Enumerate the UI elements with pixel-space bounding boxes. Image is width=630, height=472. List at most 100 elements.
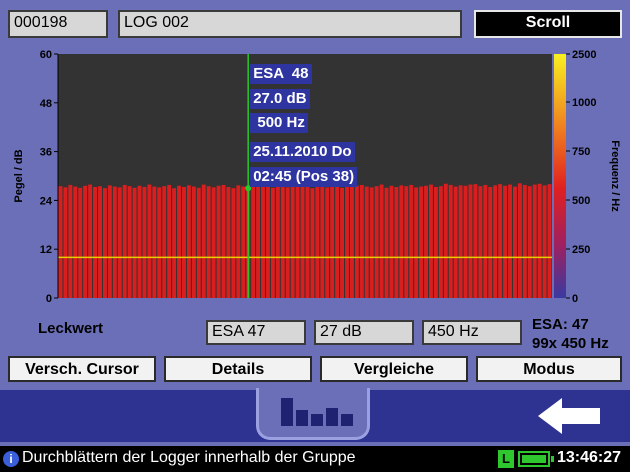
y-tick-label: 0 — [46, 293, 52, 305]
y2-tick-label: 750 — [572, 146, 590, 158]
bar — [547, 184, 552, 298]
bar — [226, 186, 231, 298]
bar — [419, 186, 424, 298]
bar — [93, 186, 98, 298]
battery-icon — [518, 451, 554, 467]
bar — [191, 186, 196, 298]
bar — [206, 186, 211, 298]
bar — [384, 187, 389, 298]
bar — [364, 186, 369, 298]
bar — [211, 187, 216, 298]
bar — [463, 185, 468, 298]
y-tick-label: 12 — [40, 244, 52, 256]
bar — [508, 184, 512, 298]
bar — [335, 186, 340, 298]
battery-label: L — [498, 450, 514, 468]
move-cursor-button[interactable]: Versch. Cursor — [8, 356, 156, 382]
bar — [453, 186, 458, 298]
cursor-annotation: ESA 48 — [250, 64, 312, 84]
level-readout: 27 dB — [314, 320, 414, 345]
bar — [325, 187, 330, 298]
bar — [186, 185, 191, 298]
bar — [98, 186, 102, 298]
mode-button[interactable]: Modus — [476, 356, 622, 382]
details-button[interactable]: Details — [164, 356, 312, 382]
bar — [483, 184, 488, 298]
bar — [68, 184, 73, 298]
bar — [429, 184, 433, 298]
bar — [458, 185, 463, 298]
bar — [349, 186, 354, 298]
esa-readout: ESA 47 — [206, 320, 306, 345]
bar — [290, 185, 295, 298]
y2-axis-label: Frequenz / Hz — [609, 140, 621, 212]
bar — [127, 186, 132, 298]
bar — [275, 184, 280, 298]
bar — [241, 186, 246, 298]
compare-button[interactable]: Vergleiche — [320, 356, 468, 382]
frequency-scale — [554, 54, 566, 298]
bar — [448, 184, 453, 298]
bar — [315, 185, 320, 298]
bar — [261, 186, 265, 298]
bar — [369, 187, 374, 298]
bar — [162, 186, 167, 298]
bar — [88, 184, 93, 298]
bar — [409, 184, 414, 298]
bar — [137, 185, 142, 298]
bar — [399, 185, 404, 298]
summary-line2: 99x 450 Hz — [532, 335, 609, 352]
bar — [310, 188, 315, 298]
y2-tick-label: 0 — [572, 293, 578, 305]
y-tick-label: 60 — [40, 49, 52, 61]
bar — [443, 183, 448, 298]
bar — [157, 187, 162, 298]
back-arrow-icon — [538, 398, 600, 434]
bar — [231, 188, 236, 298]
bar — [221, 184, 226, 298]
bar — [473, 184, 478, 298]
status-info-text: Durchblättern der Logger innerhalb der G… — [22, 449, 356, 466]
graph-view-tab[interactable] — [256, 388, 370, 440]
bar — [102, 188, 107, 298]
bar — [394, 186, 399, 298]
readout-label: Leckwert — [38, 320, 104, 337]
bar — [498, 184, 503, 298]
bar — [532, 184, 537, 298]
bar — [305, 184, 310, 298]
cursor-annotation: 500 Hz — [250, 113, 308, 133]
bar — [63, 187, 68, 298]
bar — [112, 186, 117, 298]
frequency-readout: 450 Hz — [422, 320, 522, 345]
bar — [354, 185, 359, 298]
bar — [142, 186, 147, 298]
bar — [280, 186, 285, 298]
cursor-annotation: 02:45 (Pos 38) — [250, 167, 358, 187]
bar — [414, 187, 419, 298]
bar — [58, 186, 63, 298]
bar — [379, 184, 384, 298]
y-tick-label: 48 — [40, 98, 52, 110]
back-arrow-button[interactable] — [536, 396, 604, 436]
bar — [295, 186, 300, 298]
cursor-annotation: 27.0 dB — [250, 89, 310, 109]
bar — [177, 185, 181, 298]
bar — [107, 185, 112, 298]
bar — [73, 186, 78, 298]
y2-tick-label: 2500 — [572, 49, 596, 61]
bar — [78, 187, 83, 298]
bar — [285, 187, 290, 298]
bar — [256, 184, 261, 298]
y2-tick-label: 1000 — [572, 97, 596, 109]
bar — [265, 186, 270, 298]
summary-line1: ESA: 47 — [532, 316, 589, 333]
bar — [488, 186, 493, 298]
bar — [216, 185, 221, 298]
clock: 13:46:27 — [557, 449, 622, 466]
bar — [522, 184, 527, 298]
bar — [527, 186, 532, 298]
bar — [424, 185, 428, 298]
bar — [300, 186, 305, 298]
bar — [147, 184, 152, 298]
bar — [512, 186, 517, 298]
